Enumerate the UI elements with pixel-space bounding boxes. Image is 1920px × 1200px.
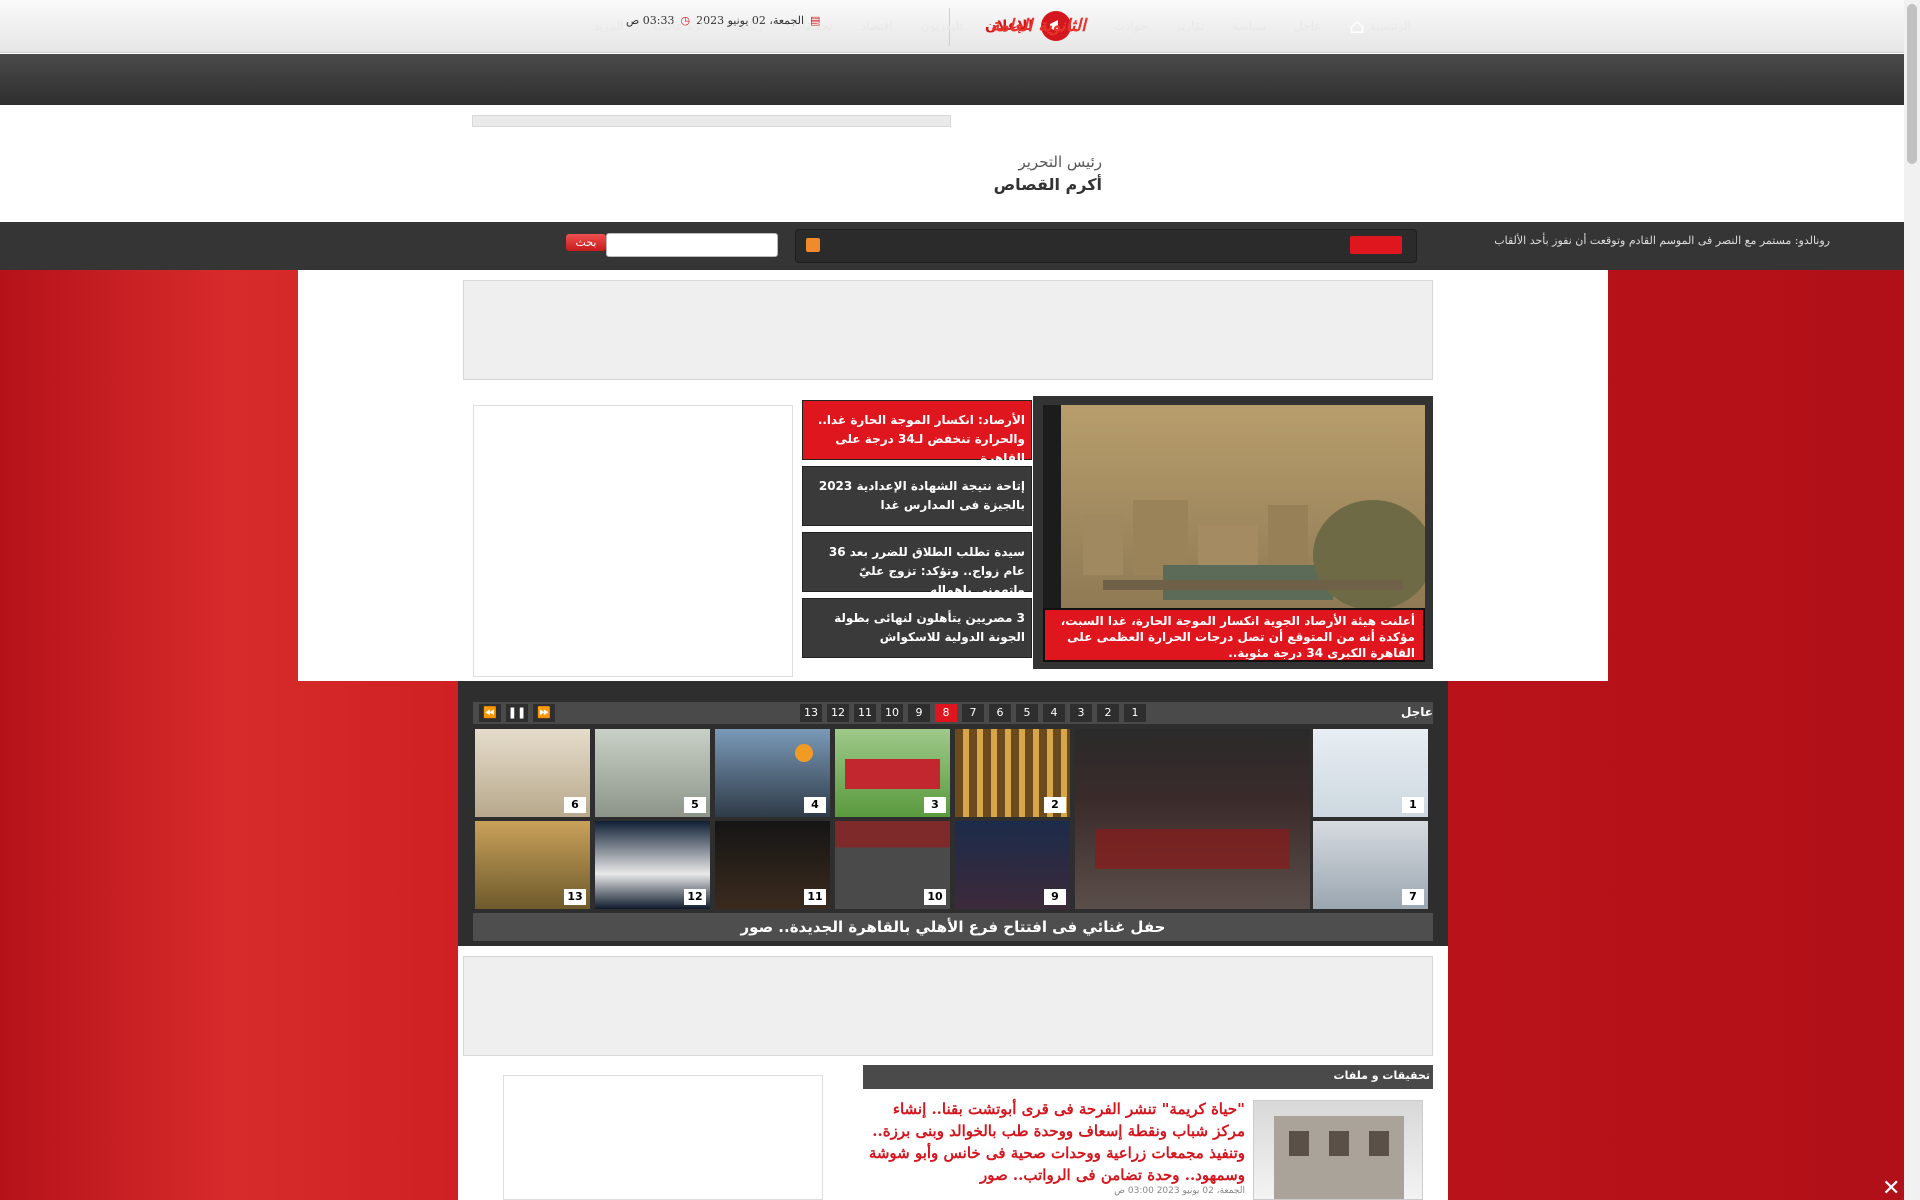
gallery-thumb[interactable]: 10 [835, 821, 950, 909]
thumb-number: 1 [1402, 797, 1424, 813]
thumb-number: 6 [564, 797, 586, 813]
nav-item-secondary-school[interactable]: الثانوية العامة [977, 16, 1100, 36]
search-button[interactable]: بحث [566, 234, 606, 251]
gallery-pager: 1 2 3 4 5 6 7 8 9 10 11 12 13 [798, 704, 1146, 722]
nav-item-world-football[interactable]: كرة عالمية [638, 19, 720, 33]
pager-item[interactable]: 5 [1016, 704, 1038, 722]
top-ad-slot [472, 115, 951, 127]
ticker-badge [1350, 236, 1402, 254]
gallery-controls: ⏪ ❚❚ ⏩ [479, 704, 555, 722]
pager-item[interactable]: 13 [800, 704, 822, 722]
site-logo[interactable]: اليوم السابع [1175, 138, 1405, 200]
svg-text:اليوم السابع: اليوم السابع [1403, 146, 1405, 197]
thumb-number: 12 [684, 889, 706, 905]
nav-item-politics[interactable]: سياسة [1218, 19, 1280, 33]
pager-item[interactable]: 1 [1124, 704, 1146, 722]
gallery-thumb-active[interactable]: 8 [1075, 729, 1310, 909]
editor-name: أكرم القصاص [993, 175, 1102, 194]
thumb-number: 4 [804, 797, 826, 813]
news-ticker [795, 229, 1417, 263]
gallery-thumb[interactable]: 12 [595, 821, 710, 909]
search-input[interactable] [606, 233, 778, 257]
pager-item-active[interactable]: 8 [935, 704, 957, 722]
pager-item[interactable]: 11 [854, 704, 876, 722]
gallery-thumb[interactable]: 11 [715, 821, 830, 909]
gallery-thumb[interactable]: 2 [955, 729, 1070, 817]
article-headline[interactable]: "حياة كريمة" تنشر الفرحة فى قرى أبوتشت ب… [865, 1098, 1245, 1186]
nav-item-investigations[interactable]: تحقيقات [777, 19, 847, 33]
nav-item-more[interactable]: المزيد [579, 19, 637, 33]
pager-item[interactable]: 9 [908, 704, 930, 722]
ad-slot-side-2 [503, 1075, 823, 1200]
nav-item-incidents[interactable]: حوادث [1100, 19, 1162, 33]
gallery-thumb[interactable]: 9 [955, 821, 1070, 909]
featured-photo[interactable] [1043, 405, 1425, 608]
pager-item[interactable]: 10 [881, 704, 903, 722]
gallery-thumb[interactable]: 13 [475, 821, 590, 909]
thumb-number: 5 [684, 797, 706, 813]
nav-item-breaking[interactable]: عاجل [1280, 19, 1335, 33]
article-thumbnail[interactable] [1253, 1100, 1423, 1200]
thumb-number: 2 [1044, 797, 1066, 813]
thumb-number: 11 [804, 889, 826, 905]
nav-item-label: الرئيسية [1369, 18, 1411, 33]
side-story[interactable]: 3 مصريين يتأهلون لنهائى بطولة الجونة الد… [802, 598, 1032, 658]
nav-list: ⌂ الرئيسية عاجل سياسة تقارير حوادث الثان… [579, 0, 1425, 51]
pager-item[interactable]: 2 [1097, 704, 1119, 722]
side-story[interactable]: سيدة تطلب الطلاق للضرر بعد 36 عام زواج..… [802, 532, 1032, 597]
thumb-number: 9 [1044, 889, 1066, 905]
gallery-label: عاجل [1400, 705, 1433, 719]
home-icon: ⌂ [1349, 13, 1365, 38]
ad-slot-side [473, 405, 793, 677]
fast-forward-icon[interactable]: ⏩ [533, 704, 555, 722]
nav-item-home[interactable]: ⌂ الرئيسية [1335, 14, 1425, 38]
close-icon[interactable]: ✕ [1882, 1176, 1900, 1200]
ad-slot-banner-2 [463, 956, 1433, 1056]
gallery-thumb[interactable]: 7 [1313, 821, 1428, 909]
article-date: الجمعة، 02 يونيو 2023 03:00 ص [1114, 1186, 1245, 1196]
nav-item-economy[interactable]: اقتصاد [847, 19, 907, 33]
side-story[interactable]: إتاحة نتيجة الشهادة الإعدادية 2023 بالجي… [802, 466, 1032, 526]
editor-in-chief: رئيس التحرير أكرم القصاص [960, 153, 1102, 194]
masthead-bg [0, 105, 1904, 222]
thumb-number: 7 [1402, 889, 1424, 905]
ad-slot-banner [463, 280, 1433, 380]
nav-item-tv[interactable]: تليفزيون [907, 19, 977, 33]
thumb-number: 3 [924, 797, 946, 813]
section-title[interactable]: تحقيقات و ملفات [1334, 1069, 1430, 1082]
editor-title: رئيس التحرير [1018, 153, 1102, 171]
featured-caption[interactable]: أعلنت هيئة الأرصاد الجوية انكسار الموجة … [1043, 608, 1425, 662]
rss-icon[interactable] [806, 238, 820, 252]
pause-icon[interactable]: ❚❚ [506, 704, 528, 722]
scrollbar-thumb[interactable] [1907, 4, 1917, 164]
gallery-thumb[interactable]: 3 [835, 729, 950, 817]
pager-item[interactable]: 4 [1043, 704, 1065, 722]
pager-item[interactable]: 7 [962, 704, 984, 722]
main-nav [0, 54, 1904, 105]
scrollbar[interactable] [1904, 0, 1920, 1200]
gallery-thumb[interactable]: 5 [595, 729, 710, 817]
nav-item-reports[interactable]: تقارير [1161, 19, 1218, 33]
thumb-number: 10 [924, 889, 946, 905]
rewind-icon[interactable]: ⏪ [479, 704, 501, 722]
pager-item[interactable]: 3 [1070, 704, 1092, 722]
gallery-caption[interactable]: حفل غنائي فى افتتاح فرع الأهلي بالقاهرة … [473, 913, 1433, 941]
pager-item[interactable]: 12 [827, 704, 849, 722]
pager-item[interactable]: 6 [989, 704, 1011, 722]
gallery-thumb[interactable]: 6 [475, 729, 590, 817]
ticker-headline[interactable]: رونالدو: مستمر مع النصر فى الموسم القادم… [1494, 234, 1830, 247]
nav-item-sports[interactable]: رياضة [719, 19, 776, 33]
thumb-number: 13 [564, 889, 586, 905]
side-story[interactable]: الأرصاد: انكسار الموجة الحارة غدا.. والح… [802, 400, 1032, 465]
gallery-thumb[interactable]: 1 [1313, 729, 1428, 817]
gallery-thumb[interactable]: 4 [715, 729, 830, 817]
